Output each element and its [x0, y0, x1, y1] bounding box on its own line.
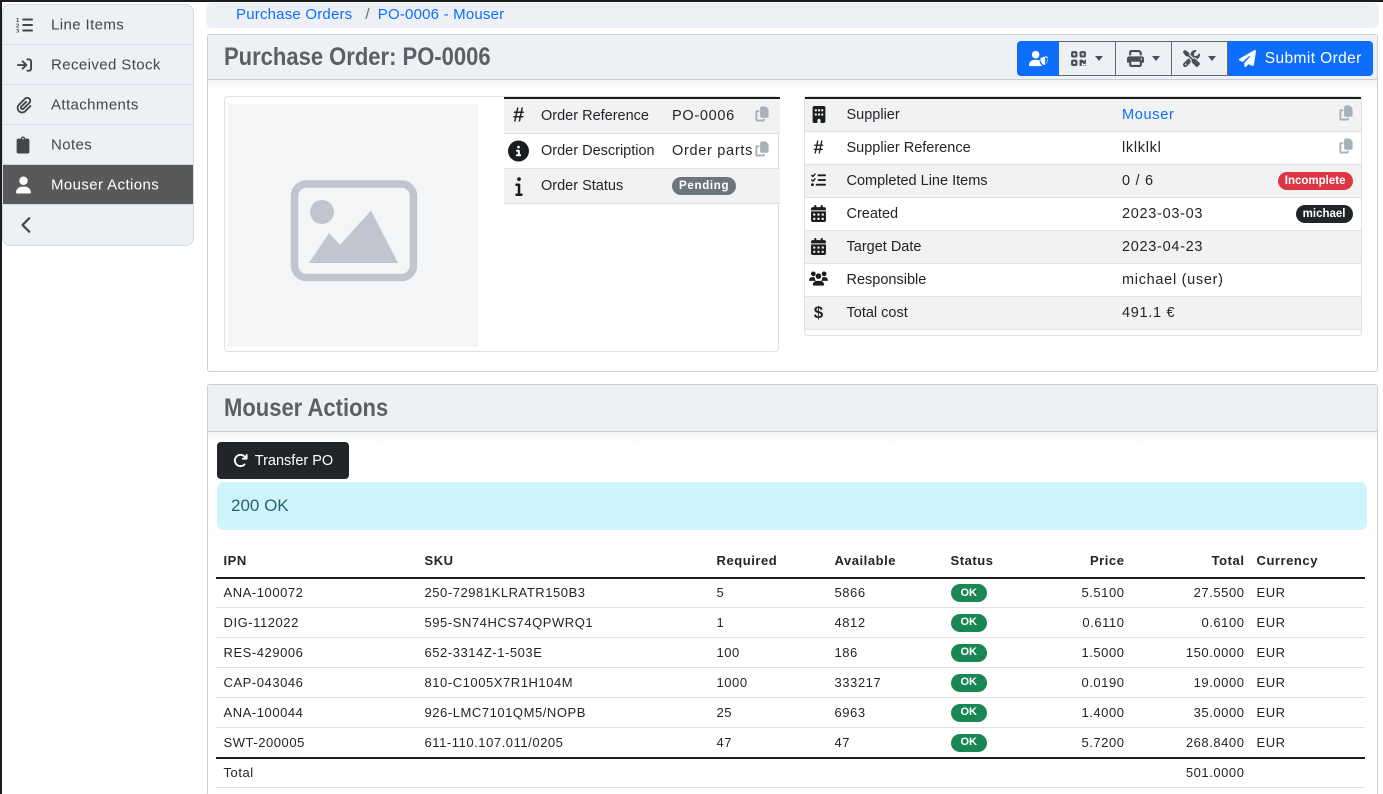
svg-text:3: 3 — [16, 29, 20, 32]
